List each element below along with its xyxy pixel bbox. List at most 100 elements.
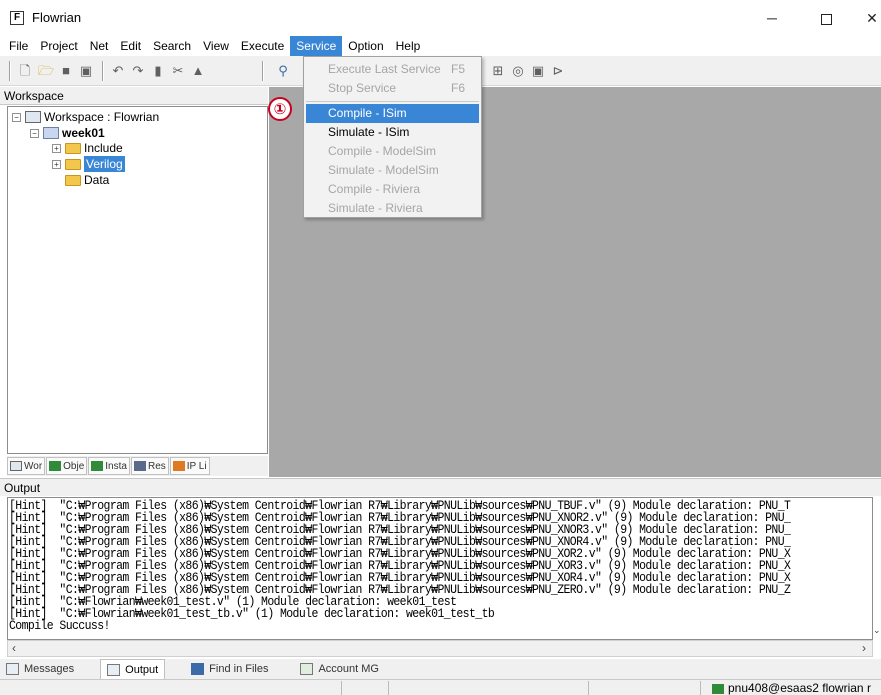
- messages-icon: [6, 663, 19, 675]
- menu-compile-riviera[interactable]: Compile - Riviera: [306, 180, 479, 199]
- refresh-icon[interactable]: ◎: [510, 63, 526, 79]
- window-title: Flowrian: [32, 10, 82, 25]
- project-icon: [43, 127, 59, 139]
- menu-service[interactable]: Service: [290, 36, 343, 56]
- tree-folder-include[interactable]: + Include: [52, 140, 123, 156]
- tab-label: Messages: [24, 663, 75, 675]
- workspace-header: Workspace: [0, 87, 268, 105]
- tab-output[interactable]: Output: [100, 659, 166, 679]
- tab-workspace[interactable]: Wor: [7, 457, 46, 475]
- output-port-icon[interactable]: ⊳: [550, 63, 566, 79]
- menu-option[interactable]: Option: [342, 36, 389, 56]
- toolbar-separator: [262, 61, 264, 81]
- status-user-label: pnu408@esaas2 flowrian r: [728, 681, 871, 695]
- menu-item-shortcut: F5: [450, 62, 465, 76]
- minimize-button[interactable]: ─: [752, 6, 792, 30]
- paste-icon[interactable]: ▲: [190, 63, 206, 79]
- scroll-down-icon[interactable]: ⌄: [873, 625, 881, 636]
- menu-project[interactable]: Project: [34, 36, 83, 56]
- tab-resources[interactable]: Res: [130, 457, 169, 475]
- collapse-icon[interactable]: −: [30, 128, 39, 138]
- toolbar-separator: [102, 61, 104, 81]
- status-cell: [341, 681, 342, 695]
- workspace-tree[interactable]: − Workspace : Flowrian − week01 + Includ…: [7, 106, 268, 454]
- tree-project[interactable]: − week01: [30, 125, 105, 141]
- menu-edit[interactable]: Edit: [114, 36, 147, 56]
- folder-icon: [65, 158, 81, 170]
- status-user: pnu408@esaas2 flowrian r: [712, 680, 871, 695]
- tab-label: Account MG: [318, 663, 379, 675]
- close-button[interactable]: ✕: [852, 6, 881, 30]
- menu-compile-modelsim[interactable]: Compile - ModelSim: [306, 142, 479, 161]
- menu-item-label: Stop Service: [328, 81, 397, 95]
- collapse-icon[interactable]: −: [12, 112, 21, 122]
- copy-icon[interactable]: ▮: [150, 63, 166, 79]
- expand-icon[interactable]: +: [52, 143, 61, 153]
- menu-compile-isim[interactable]: Compile - ISim: [306, 104, 479, 123]
- status-cell: [700, 681, 701, 695]
- expand-icon[interactable]: +: [52, 159, 61, 169]
- menu-simulate-riviera[interactable]: Simulate - Riviera: [306, 199, 479, 218]
- save-icon[interactable]: ■: [58, 63, 74, 79]
- account-icon: [300, 663, 314, 675]
- menu-net[interactable]: Net: [84, 36, 115, 56]
- module-icon[interactable]: ⊞: [490, 63, 506, 79]
- tab-label: Output: [125, 663, 159, 676]
- tree-folder-data[interactable]: Data: [65, 172, 109, 188]
- service-menu-dropdown: Execute Last Service F5 Stop Service F6 …: [303, 56, 482, 218]
- tree-folder-label: Verilog: [84, 156, 125, 172]
- tab-label: Obje: [63, 460, 85, 472]
- instances-icon: [91, 461, 104, 471]
- tab-label: IP Li: [186, 460, 207, 472]
- scroll-right-icon[interactable]: ›: [862, 641, 866, 656]
- chip-icon[interactable]: ▣: [530, 63, 546, 79]
- menu-help[interactable]: Help: [390, 36, 427, 56]
- menu-item-label: Execute Last Service: [328, 62, 441, 76]
- redo-icon[interactable]: ↷: [130, 63, 146, 79]
- tab-account-mg[interactable]: Account MG: [294, 659, 385, 679]
- menu-item-shortcut: F6: [450, 81, 465, 95]
- maximize-button[interactable]: [806, 6, 846, 30]
- workspace-icon: [25, 111, 41, 123]
- tree-root[interactable]: − Workspace : Flowrian: [12, 109, 159, 125]
- tab-ip-library[interactable]: IP Li: [169, 457, 210, 475]
- open-folder-icon[interactable]: 🗁: [38, 63, 54, 79]
- menu-execute[interactable]: Execute: [235, 36, 290, 56]
- step-callout: ①: [268, 97, 292, 121]
- find-icon[interactable]: ⚲: [275, 63, 291, 79]
- menu-search[interactable]: Search: [147, 36, 197, 56]
- undo-icon[interactable]: ↶: [110, 63, 126, 79]
- menu-view[interactable]: View: [197, 36, 235, 56]
- save-all-icon[interactable]: ▣: [78, 63, 94, 79]
- tab-objects[interactable]: Obje: [46, 457, 88, 475]
- tab-label: Res: [147, 460, 166, 472]
- tab-find-in-files[interactable]: Find in Files: [185, 659, 274, 679]
- tree-folder-label: Data: [84, 173, 110, 187]
- tree-root-label: Workspace : Flowrian: [44, 110, 160, 124]
- tab-messages[interactable]: Messages: [0, 659, 80, 679]
- objects-icon: [49, 461, 62, 471]
- tree-project-label: week01: [62, 126, 105, 140]
- scroll-left-icon[interactable]: ‹: [12, 641, 16, 656]
- menu-stop-service[interactable]: Stop Service F6: [306, 79, 479, 98]
- output-header: Output: [0, 478, 881, 496]
- menu-file[interactable]: File: [3, 36, 34, 56]
- tab-instances[interactable]: Insta: [88, 457, 130, 475]
- horizontal-scrollbar[interactable]: ‹ ›: [7, 640, 873, 657]
- maximize-icon: [820, 13, 832, 25]
- new-file-icon[interactable]: 🗋: [17, 63, 33, 79]
- tree-folder-verilog[interactable]: + Verilog: [52, 156, 125, 172]
- network-icon: [712, 683, 724, 694]
- menu-simulate-isim[interactable]: Simulate - ISim: [306, 123, 479, 142]
- folder-icon: [65, 142, 81, 154]
- cut-icon[interactable]: ✂: [170, 63, 186, 79]
- title-bar: F Flowrian ─ ✕: [0, 0, 881, 36]
- folder-icon: [65, 174, 81, 186]
- workspace-tab-bar: Wor Obje Insta Res IP Li: [7, 456, 268, 476]
- output-tab-bar: Messages Output Find in Files Account MG: [0, 659, 881, 679]
- status-cell: [388, 681, 389, 695]
- output-line: Compile Succuss!: [9, 618, 110, 634]
- output-console[interactable]: [Hint] "C:₩Program Files (x86)₩System Ce…: [7, 497, 873, 640]
- menu-simulate-modelsim[interactable]: Simulate - ModelSim: [306, 161, 479, 180]
- menu-execute-last-service[interactable]: Execute Last Service F5: [306, 60, 479, 79]
